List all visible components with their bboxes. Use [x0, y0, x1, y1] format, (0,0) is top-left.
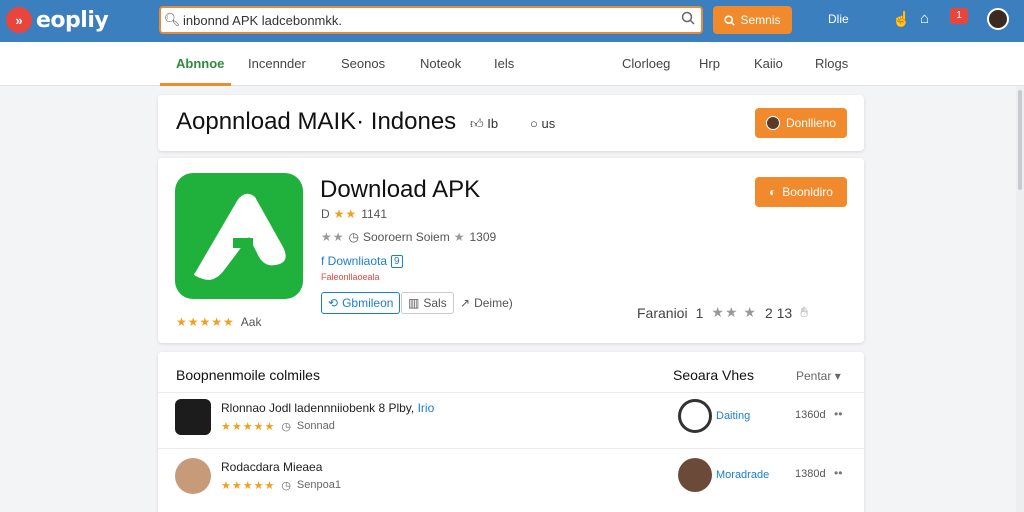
stars-icon: ★★★★★ — [221, 480, 276, 492]
nav-right-3[interactable]: Kaiio — [754, 56, 783, 71]
search-icon: 🔍︎ — [163, 12, 181, 27]
app-rating-row: D ★★ 1141 — [321, 207, 387, 221]
developer-avatar — [678, 399, 712, 433]
similar-apps-card: Boopnenmoile colmiles Seoara Vhes Pentar… — [158, 352, 864, 512]
divider — [158, 392, 864, 393]
install-button[interactable]: ◐ Boonldiro — [755, 177, 847, 207]
stars-icon: ★★ ★ — [711, 304, 757, 320]
user-avatar[interactable] — [987, 8, 1009, 30]
tab-apps[interactable]: Abnnoe — [176, 56, 224, 71]
clock-icon: ◷ — [348, 230, 359, 244]
app-meta-row: ★★ ◷ Sooroern Soiem ★ 1309 — [321, 230, 496, 244]
rating-label: Aak — [240, 315, 262, 329]
brand-logo[interactable]: » eopliy — [6, 7, 109, 33]
list-item-name: Rlonnao Jodl ladennniiobenk 8 Plby, Irio — [221, 401, 435, 415]
thumbs-icon[interactable]: ✋︎ — [800, 304, 808, 321]
app-downloads: 1309 — [469, 230, 497, 244]
more-icon[interactable]: •• — [834, 407, 842, 421]
star-icon: ★★ — [321, 230, 345, 244]
rating-prefix: D — [321, 207, 330, 221]
share-icon: ⟲ — [328, 296, 339, 310]
clock-icon: ◷ — [281, 421, 291, 433]
app-thumbnail — [175, 399, 211, 435]
item-size: 1360d — [795, 409, 826, 421]
sort-dropdown[interactable]: Pentar ▾ — [796, 369, 841, 383]
developer-avatar — [678, 458, 712, 492]
rating-summary-number: 2 13 — [764, 304, 793, 321]
hand-icon[interactable]: ☝ — [892, 10, 911, 28]
refresh-icon: ◐ — [769, 185, 777, 199]
list-right-title: Seoara Vhes — [673, 367, 754, 383]
star-rating-icon: ★★ — [333, 207, 358, 221]
title-card: Aopnnload MAIK· Indones 👍︎ Ib ○ us Donll… — [158, 95, 864, 151]
nav-right-4[interactable]: Rlogs — [815, 56, 848, 71]
search-icon — [724, 14, 736, 26]
list-title: Boopnenmoile colmiles — [176, 367, 320, 383]
app-name: Download APK — [320, 176, 481, 203]
developer-name[interactable]: Moradrade — [716, 469, 769, 481]
nav-right-1[interactable]: Clorloeg — [622, 56, 670, 71]
scrollbar-thumb[interactable] — [1018, 90, 1022, 190]
notification-badge[interactable]: 1 — [950, 8, 968, 24]
item-size: 1380d — [795, 468, 826, 480]
rating-summary-label: Faranioi — [637, 304, 688, 321]
list-item[interactable]: Rlonnao Jodl ladennniiobenk 8 Plby, Irio… — [158, 399, 864, 455]
app-link-row[interactable]: f Downliaota 9 — [321, 254, 403, 268]
title-meta-comments: ○ us — [530, 116, 556, 131]
title-meta-likes: 👍︎ Ib — [470, 116, 499, 131]
download-button[interactable]: Donllieno — [755, 108, 847, 138]
search-submit-icon[interactable] — [675, 11, 701, 29]
app-logo-icon — [194, 193, 286, 280]
tab-5[interactable]: Iels — [494, 56, 514, 71]
rating-count: 1141 — [361, 207, 387, 221]
top-bar: » eopliy 🔍︎ Semnis Dlie ☝ ⌂ 1 — [0, 0, 1024, 42]
link-badge: 9 — [391, 254, 403, 268]
tab-2[interactable]: Incennder — [248, 56, 306, 71]
tab-3[interactable]: Seonos — [341, 56, 385, 71]
stars-icon: ★★★★★ — [176, 315, 235, 329]
app-thumbnail — [175, 458, 211, 494]
app-star-rating: ★★★★★ Aak — [176, 315, 261, 329]
app-rating-summary: Faranioi 1 ★★ ★ 2 13 ✋︎ — [637, 304, 808, 321]
app-card: Download APK D ★★ 1141 ★★ ◷ Sooroern Soi… — [158, 158, 864, 343]
developer-name[interactable]: Daiting — [716, 410, 750, 422]
search-input[interactable] — [183, 12, 675, 28]
developer-link[interactable]: f Downliaota — [321, 254, 387, 268]
thumb-icon: 👍︎ — [470, 116, 484, 131]
search-bar[interactable]: 🔍︎ — [159, 6, 703, 34]
secondary-action-button[interactable]: ▥ Sals — [401, 292, 454, 314]
stars-icon: ★★★★★ — [221, 421, 276, 433]
chevron-down-icon: ▾ — [834, 369, 841, 383]
search-button-label: Semnis — [740, 13, 781, 27]
divider — [158, 448, 864, 449]
category-nav: Abnnoe Incennder Seonos Noteok Iels Clor… — [0, 42, 1024, 86]
home-icon[interactable]: ⌂ — [920, 10, 929, 27]
star-icon: ★ — [453, 230, 466, 244]
rating-summary-value: 1 — [695, 304, 704, 321]
app-size: Sooroern Soiem — [363, 230, 450, 244]
bars-icon: ▥ — [408, 296, 420, 310]
arrow-icon: ↗ — [460, 296, 471, 310]
logo-icon: » — [6, 7, 32, 33]
tab-4[interactable]: Noteok — [420, 56, 461, 71]
more-icon[interactable]: •• — [834, 466, 842, 480]
nav-right-2[interactable]: Hrp — [699, 56, 720, 71]
app-icon[interactable] — [175, 173, 303, 299]
circle-icon: ○ — [530, 116, 538, 131]
list-item-name: Rodacdara Mieaea — [221, 460, 323, 474]
list-item-sub: ★★★★★ ◷ Senpoa1 — [221, 479, 341, 492]
list-item[interactable]: Rodacdara Mieaea ★★★★★ ◷ Senpoa1 Moradra… — [158, 458, 864, 512]
top-link[interactable]: Dlie — [828, 12, 849, 26]
brand-name: eopliy — [36, 7, 109, 33]
page-title: Aopnnload MAIK· Indones — [176, 108, 457, 135]
search-button[interactable]: Semnis — [713, 6, 792, 34]
app-subtext: Faleonllaoeala — [321, 272, 380, 282]
primary-action-button[interactable]: ⟲ Gbmileon — [321, 292, 401, 314]
active-tab-indicator — [160, 83, 231, 86]
list-item-sub: ★★★★★ ◷ Sonnad — [221, 420, 335, 433]
more-action-button[interactable]: ↗ Deime) — [454, 292, 519, 314]
avatar-icon — [765, 116, 780, 130]
clock-icon: ◷ — [281, 480, 291, 492]
